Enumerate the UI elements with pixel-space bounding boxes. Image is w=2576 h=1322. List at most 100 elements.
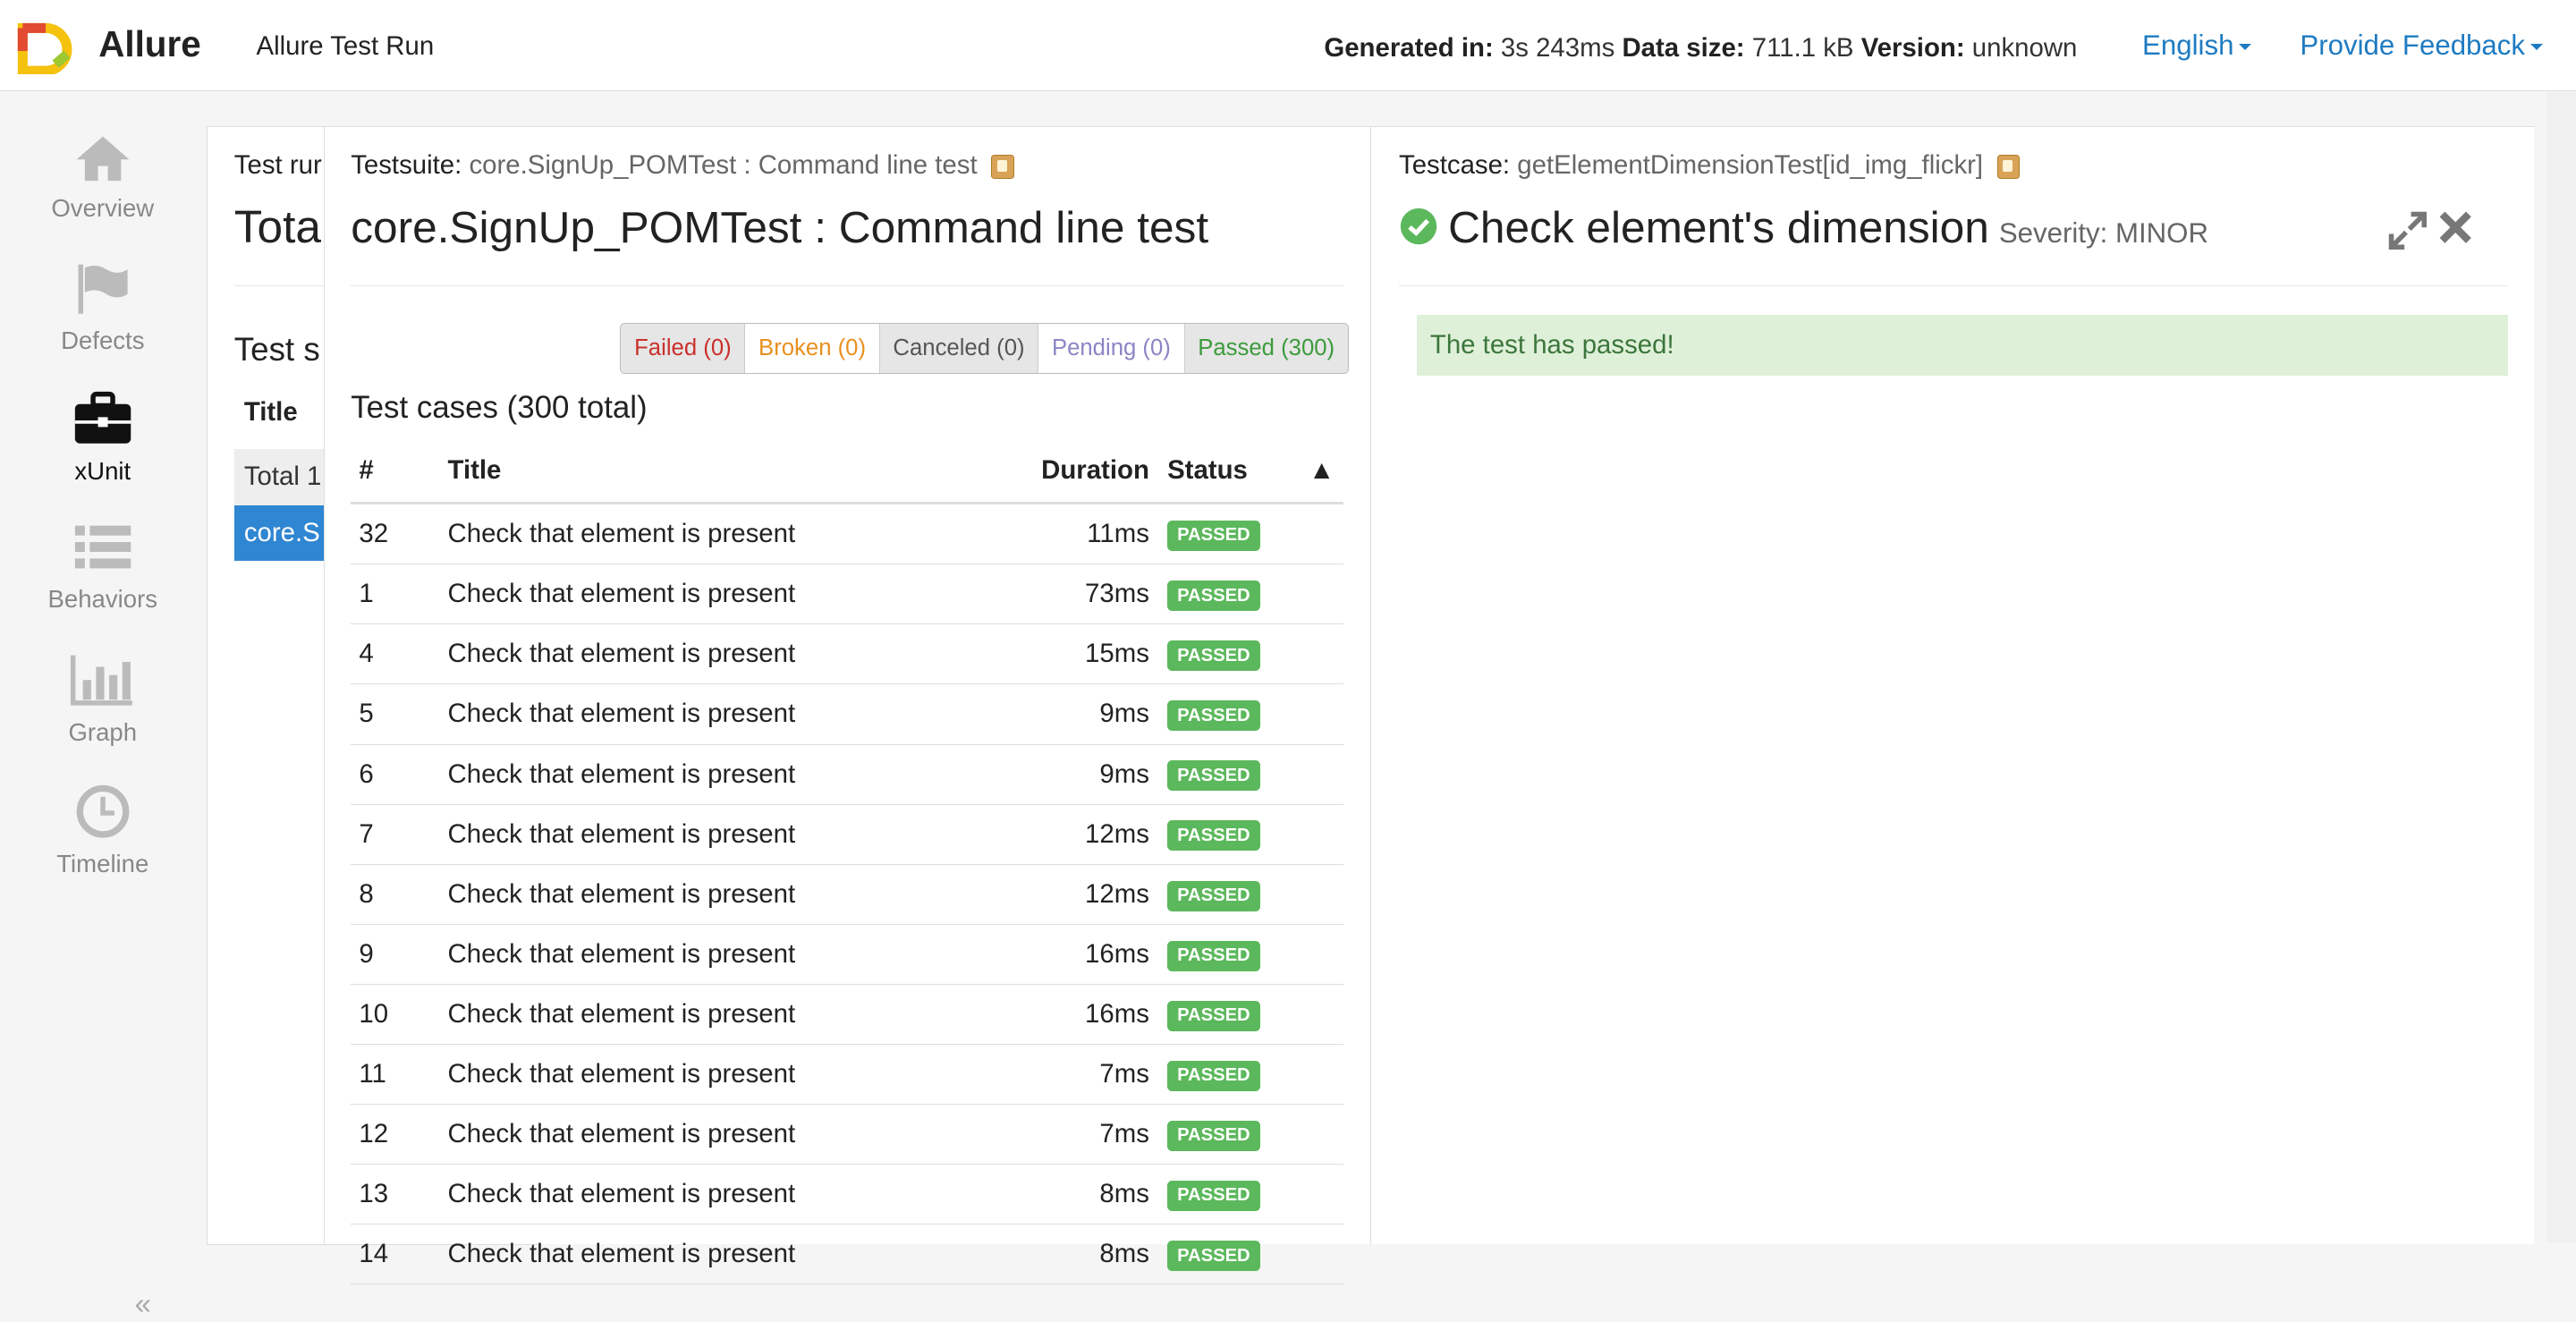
table-row[interactable]: 32 Check that element is present 11ms PASSE… [351, 503, 1343, 565]
bar-chart-icon [70, 655, 132, 706]
table-row[interactable]: 11 Check that element is present 7ms PASSED [351, 1044, 1343, 1106]
row-duration: 12ms [1016, 864, 1166, 925]
language-dropdown[interactable]: English [2142, 30, 2251, 62]
total-heading: Total [233, 200, 332, 253]
row-number: 6 [351, 744, 446, 805]
copy-icon[interactable] [991, 154, 1015, 180]
table-row[interactable]: 14 Check that element is present 8ms PASSED [351, 1224, 1343, 1285]
row-spacer [1300, 864, 1343, 925]
row-duration: 73ms [1016, 564, 1166, 625]
row-status: PASSED [1165, 564, 1301, 625]
sidebar-item-defects[interactable]: Defects [0, 261, 206, 355]
row-status: PASSED [1165, 1104, 1301, 1165]
sidebar-item-label: Behaviors [47, 584, 158, 613]
table-row[interactable]: 9 Check that element is present 16ms PASSED [351, 924, 1343, 985]
test-status-message: The test has passed! [1417, 314, 2508, 376]
close-icon[interactable] [2437, 209, 2473, 245]
status-badge: PASSED [1167, 1000, 1260, 1031]
filter-failed-button[interactable]: Failed (0) [621, 323, 746, 374]
caret-down-icon [2238, 44, 2251, 50]
table-row[interactable]: 1 Check that element is present 73ms PASSED [351, 564, 1343, 625]
row-spacer [1300, 924, 1343, 985]
testcase-title-text: Check element's dimension [1448, 202, 1989, 253]
column-header-title[interactable]: Title [445, 439, 1017, 505]
column-header-duration[interactable]: Duration [1016, 439, 1166, 505]
row-status: PASSED [1165, 864, 1301, 925]
sidebar-item-xunit[interactable]: xUnit [0, 391, 206, 485]
status-badge: PASSED [1167, 1241, 1260, 1272]
row-duration: 9ms [1016, 744, 1166, 805]
row-number: 14 [351, 1224, 446, 1285]
status-badge: PASSED [1167, 760, 1260, 792]
sidebar-item-behaviors[interactable]: Behaviors [0, 522, 206, 614]
filter-passed-button[interactable]: Passed (300) [1184, 323, 1348, 374]
title-column-header[interactable]: Title [244, 397, 298, 428]
sidebar-item-label: Graph [68, 717, 138, 746]
data-size-label: Data size: [1622, 32, 1745, 63]
expand-icon[interactable] [2386, 209, 2429, 252]
table-row[interactable]: 4 Check that element is present 15ms PASSED [351, 623, 1343, 685]
briefcase-icon [74, 392, 131, 444]
test-cases-heading: Test cases (300 total) [351, 390, 648, 426]
row-spacer [1300, 1044, 1343, 1106]
row-title: Check that element is present [445, 1044, 1017, 1106]
filter-canceled-button[interactable]: Canceled (0) [879, 323, 1039, 374]
column-header-status[interactable]: Status [1165, 439, 1301, 505]
sidebar-item-timeline[interactable]: Timeline [0, 784, 206, 877]
table-row[interactable]: 6 Check that element is present 9ms PASSED [351, 744, 1343, 805]
filter-broken-button[interactable]: Broken (0) [745, 323, 880, 374]
status-badge: PASSED [1167, 1120, 1260, 1151]
list-icon [74, 525, 131, 569]
status-badge: PASSED [1167, 820, 1260, 852]
sidebar-item-overview[interactable]: Overview [0, 131, 206, 223]
sidebar-item-label: Timeline [56, 849, 149, 877]
row-status: PASSED [1165, 924, 1301, 985]
row-spacer [1300, 1104, 1343, 1165]
row-number: 5 [351, 683, 446, 745]
row-title: Check that element is present [445, 683, 1017, 745]
table-row[interactable]: 5 Check that element is present 9ms PASSED [351, 683, 1343, 745]
table-row[interactable]: 13 Check that element is present 8ms PASSED [351, 1164, 1343, 1225]
status-filter: Failed (0) Broken (0) Canceled (0) Pendi… [620, 322, 1349, 375]
row-number: 8 [351, 864, 446, 925]
row-duration: 11ms [1016, 503, 1166, 565]
sidebar-item-label: Defects [61, 326, 145, 355]
feedback-dropdown[interactable]: Provide Feedback [2300, 30, 2543, 62]
row-duration: 7ms [1016, 1104, 1166, 1165]
clock-icon [76, 784, 130, 838]
copy-icon[interactable] [1996, 154, 2021, 180]
row-title: Check that element is present [445, 1104, 1017, 1165]
filter-pending-button[interactable]: Pending (0) [1038, 323, 1185, 374]
row-status: PASSED [1165, 1164, 1301, 1225]
home-icon [76, 136, 130, 182]
row-number: 13 [351, 1164, 446, 1225]
row-duration: 8ms [1016, 1164, 1166, 1225]
table-row[interactable]: 10 Check that element is present 16ms PASSE… [351, 984, 1343, 1045]
row-spacer [1300, 683, 1343, 745]
row-title: Check that element is present [445, 1224, 1017, 1285]
allure-logo-icon[interactable] [16, 21, 75, 74]
version-label: Version: [1860, 32, 1965, 63]
sidebar-item-graph[interactable]: Graph [0, 652, 206, 746]
column-header-number[interactable]: # [351, 439, 446, 505]
table-row[interactable]: 12 Check that element is present 7ms PASSED [351, 1104, 1343, 1165]
brand-name[interactable]: Allure [98, 23, 200, 65]
language-label: English [2142, 30, 2234, 62]
scrollbar[interactable] [2546, 91, 2576, 1242]
table-row[interactable]: 8 Check that element is present 12ms PASSED [351, 864, 1343, 925]
status-badge: PASSED [1167, 640, 1260, 672]
sort-ascending-icon[interactable]: ▲ [1300, 439, 1343, 505]
row-duration: 9ms [1016, 683, 1166, 745]
testcase-title: Check element's dimension Severity: MINOR [1448, 201, 2208, 253]
row-duration: 15ms [1016, 623, 1166, 685]
row-number: 4 [351, 623, 446, 685]
row-duration: 7ms [1016, 1044, 1166, 1106]
table-row[interactable]: 7 Check that element is present 12ms PASSED [351, 804, 1343, 865]
collapse-sidebar-button[interactable]: « [135, 1288, 151, 1322]
row-status: PASSED [1165, 1224, 1301, 1285]
row-title: Check that element is present [445, 744, 1017, 805]
divider [351, 284, 1343, 286]
row-title: Check that element is present [445, 984, 1017, 1045]
status-badge: PASSED [1167, 940, 1260, 971]
row-status: PASSED [1165, 804, 1301, 865]
